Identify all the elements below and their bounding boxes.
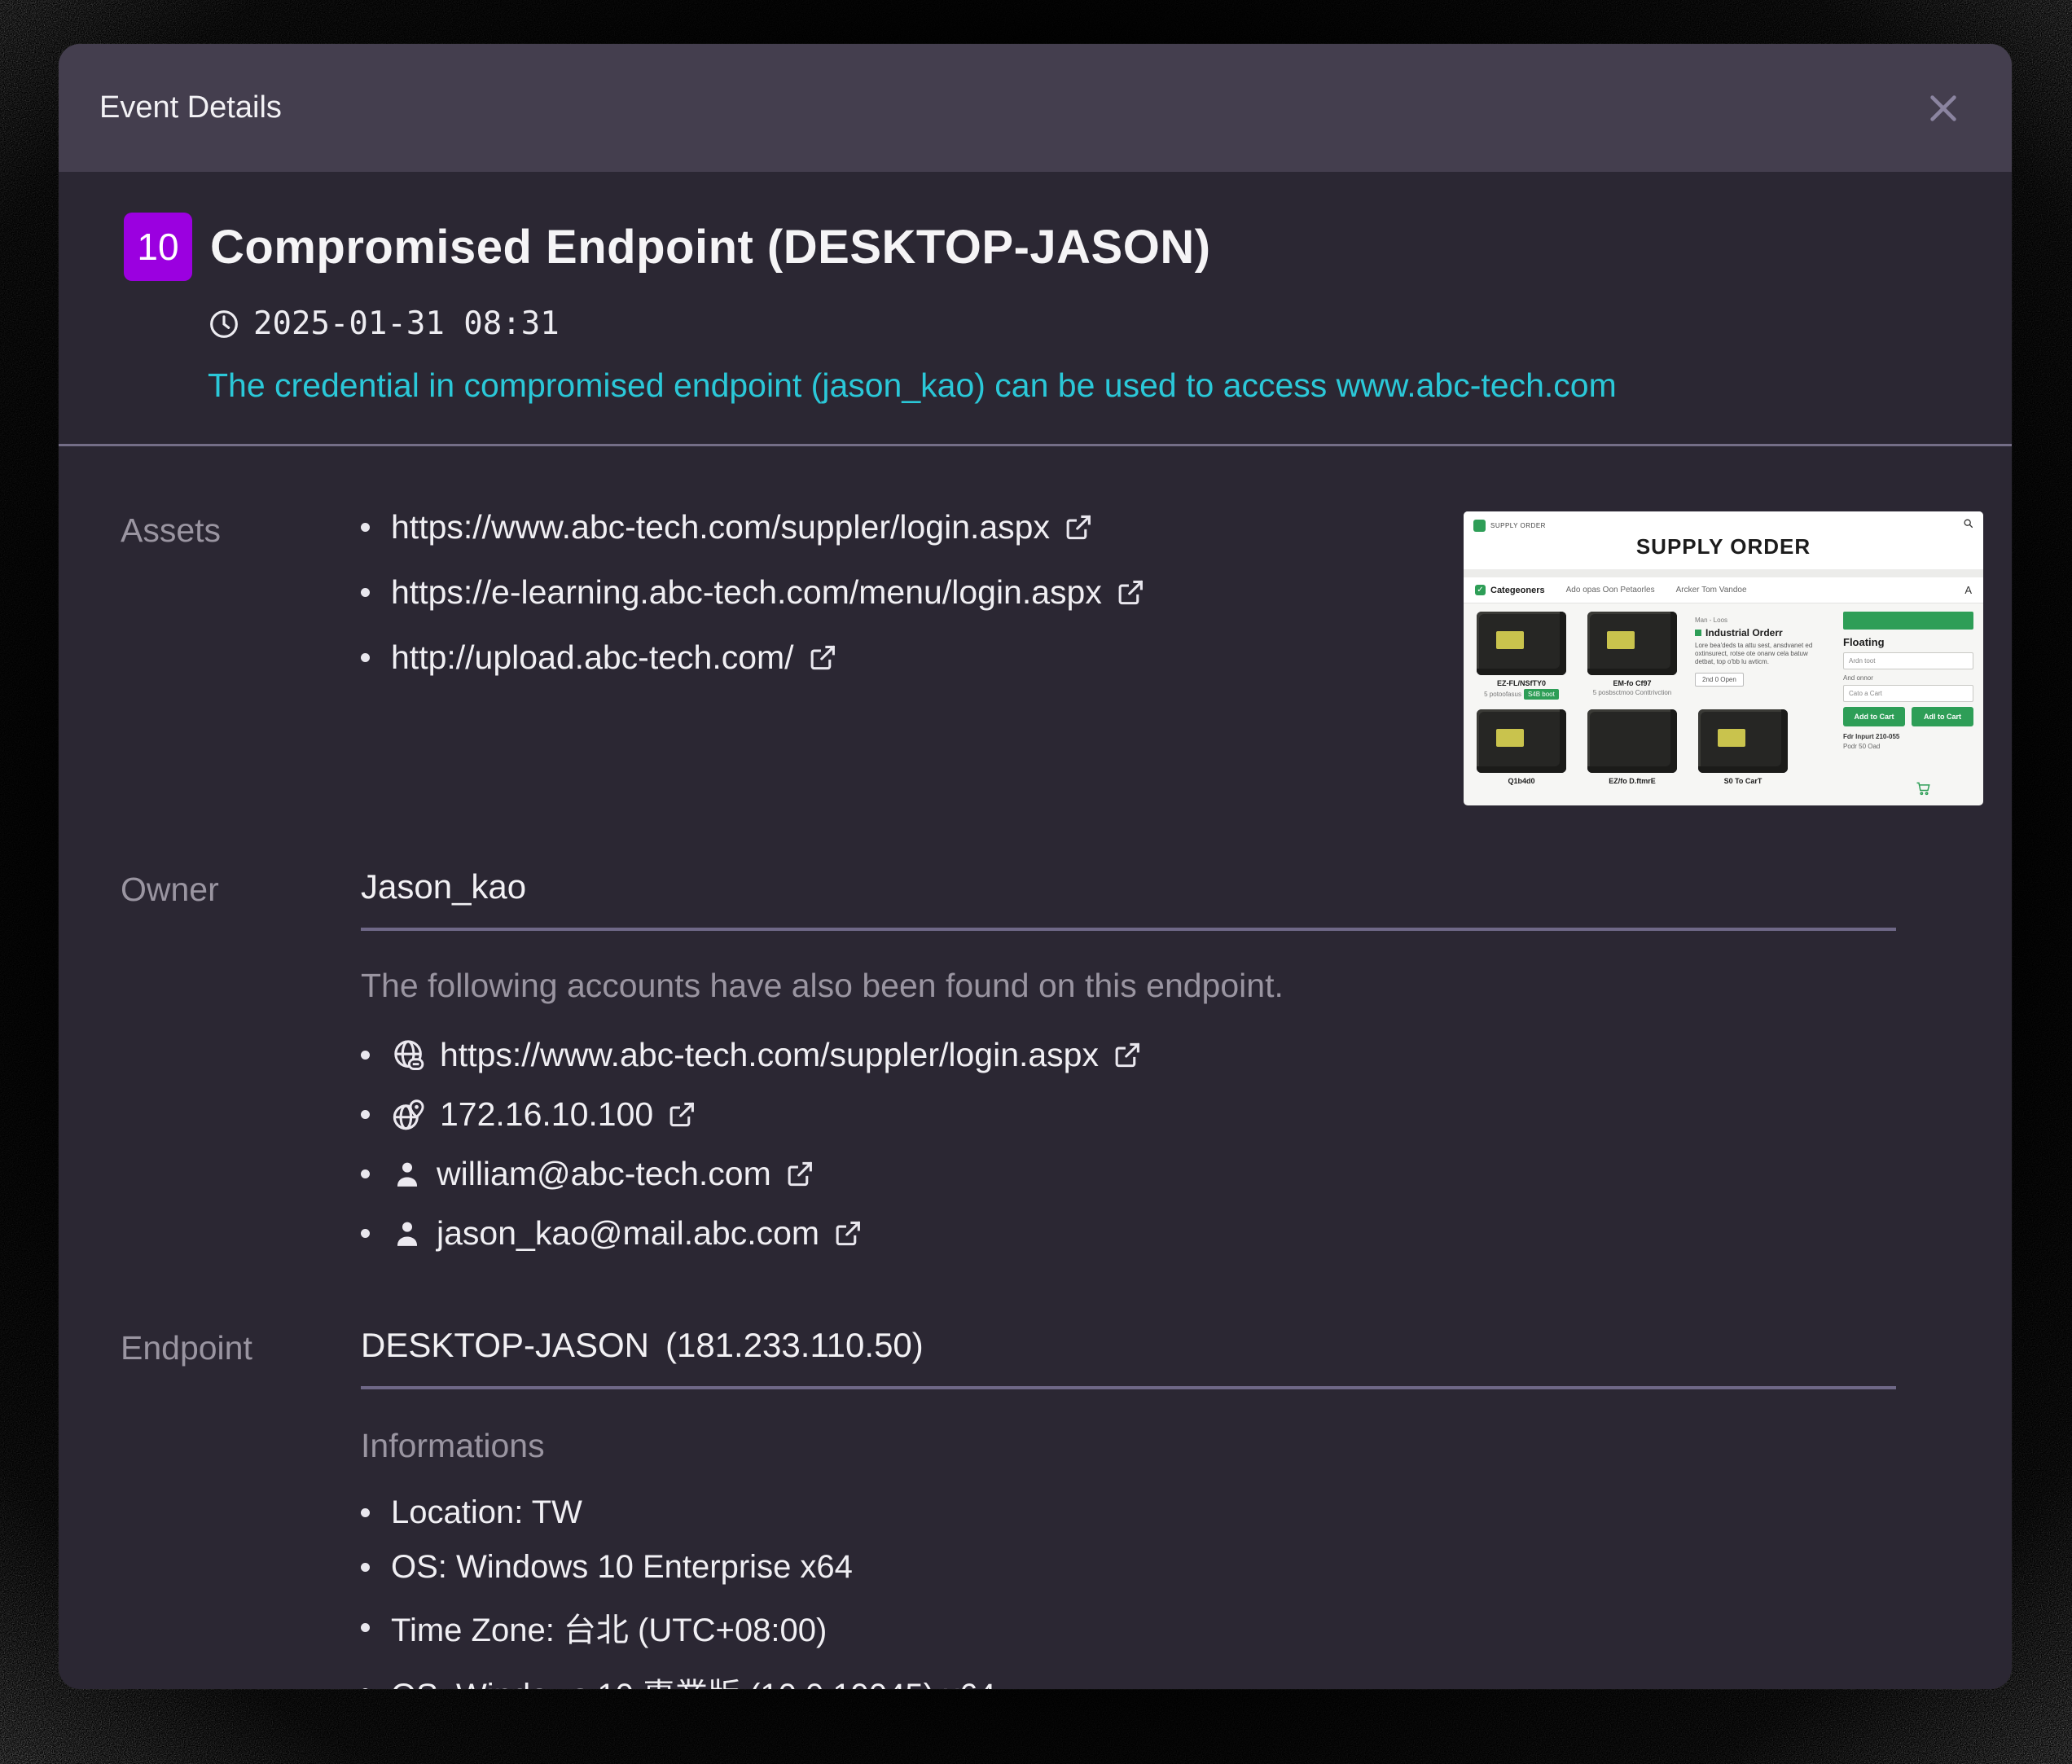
user-icon: [391, 1218, 424, 1250]
thumb-product: EZ/fo D.ftmrE: [1584, 709, 1680, 785]
account-item: william@abc-tech.com: [361, 1155, 1896, 1193]
thumb-brand: SUPPLY ORDER: [1490, 521, 1546, 529]
section-divider: [59, 444, 2012, 446]
owner-section: Owner Jason_kao The following accounts h…: [59, 867, 2012, 1274]
external-link-icon[interactable]: [784, 1159, 814, 1189]
owner-label: Owner: [121, 871, 219, 908]
endpoint-value: DESKTOP-JASON (181.233.110.50): [361, 1326, 1896, 1389]
assets-list: https://www.abc-tech.com/suppler/login.a…: [361, 508, 1426, 677]
product-image: [1587, 612, 1677, 675]
account-item: jason_kao@mail.abc.com: [361, 1214, 1896, 1253]
thumb-feature: Man - Loos Industrial Orderr Lore bea'de…: [1695, 612, 1817, 700]
globe-link-icon: [391, 1038, 427, 1073]
event-description: The credential in compromised endpoint (…: [208, 366, 1617, 404]
informations-list: Location: TW OS: Windows 10 Enterprise x…: [361, 1494, 1896, 1689]
accounts-list: https://www.abc-tech.com/suppler/login.a…: [361, 1036, 1896, 1253]
external-link-icon[interactable]: [832, 1218, 863, 1248]
info-item: Location: TW: [361, 1494, 1896, 1531]
bullet: [361, 1110, 370, 1119]
external-link-icon[interactable]: [666, 1099, 696, 1130]
thumb-product: S0 To CarT: [1695, 709, 1791, 785]
severity-badge: 10: [124, 213, 192, 281]
asset-url[interactable]: https://www.abc-tech.com/suppler/login.a…: [391, 508, 1050, 546]
check-icon: ✓: [1475, 585, 1486, 595]
external-link-icon[interactable]: [1063, 512, 1093, 542]
search-icon: [1963, 518, 1973, 533]
thumb-product: EZ-FL/NSfTY0 5 potoofasus S4B boot: [1473, 612, 1569, 700]
asset-screenshot-thumbnail[interactable]: SUPPLY ORDER SUPPLY ORDER ✓ Categeoners A…: [1464, 511, 1983, 805]
informations-label: Informations: [361, 1427, 545, 1464]
dialog-header: Event Details: [59, 44, 2012, 172]
bullet: [361, 1169, 370, 1178]
asset-url[interactable]: http://upload.abc-tech.com/: [391, 638, 794, 677]
account-ip[interactable]: 172.16.10.100: [440, 1095, 653, 1134]
bullet: [361, 1051, 370, 1060]
account-item: https://www.abc-tech.com/suppler/login.a…: [361, 1036, 1896, 1074]
external-link-icon[interactable]: [807, 643, 837, 673]
product-image: [1698, 709, 1788, 773]
info-item: OS: Windows 10 Enterprise x64: [361, 1549, 1896, 1586]
globe-pin-icon: [391, 1097, 427, 1133]
endpoint-section: Endpoint DESKTOP-JASON (181.233.110.50) …: [59, 1326, 2012, 1689]
thumb-nav-item: Arcker Tom Vandoe: [1675, 586, 1747, 595]
thumb-input: Ardn toot: [1843, 652, 1973, 669]
supply-order-logo: [1473, 519, 1486, 532]
thumb-title: SUPPLY ORDER: [1635, 534, 1811, 559]
endpoint-label: Endpoint: [121, 1329, 252, 1367]
info-text: OS: Windows 10 Enterprise x64: [391, 1549, 853, 1585]
event-timestamp-row: 2025-01-31 08:31: [208, 305, 2012, 342]
info-item: Time Zone: 台北 (UTC+08:00): [361, 1604, 1896, 1651]
thumb-nav-item: Ado opas Oon Petaorles: [1565, 586, 1655, 595]
assets-label: Assets: [121, 511, 222, 549]
event-details-dialog: Event Details 10 Compromised Endpoint (D…: [59, 44, 2012, 1689]
thumb-sidebar: Floating Ardn toot And onnor Cato a Cart…: [1843, 612, 1973, 785]
thumb-banner: [1843, 612, 1973, 630]
external-link-icon[interactable]: [1115, 577, 1145, 608]
user-icon: [391, 1158, 424, 1191]
bullet: [361, 1229, 370, 1238]
thumb-nav-right: A: [1964, 584, 1972, 596]
bullet: [361, 588, 370, 597]
assets-section: Assets https://www.abc-tech.com/suppler/…: [59, 508, 2012, 805]
product-image: [1477, 612, 1566, 675]
account-email[interactable]: jason_kao@mail.abc.com: [437, 1214, 819, 1253]
add-to-cart-button: Adl to Cart: [1912, 707, 1973, 726]
thumb-product: Q1b4d0: [1473, 709, 1569, 785]
asset-item: https://e-learning.abc-tech.com/menu/log…: [361, 573, 1426, 612]
close-icon: [1930, 94, 1956, 121]
event-summary: 10 Compromised Endpoint (DESKTOP-JASON) …: [124, 213, 2012, 405]
external-link-icon[interactable]: [1112, 1040, 1142, 1070]
asset-item: http://upload.abc-tech.com/: [361, 638, 1426, 677]
bullet: [361, 523, 370, 532]
cart-icon: [1915, 780, 1931, 801]
info-text: Location: TW: [391, 1494, 582, 1530]
bullet: [361, 653, 370, 662]
event-title: Compromised Endpoint (DESKTOP-JASON): [210, 220, 1211, 274]
asset-url[interactable]: https://e-learning.abc-tech.com/menu/log…: [391, 573, 1102, 612]
endpoint-hostname: DESKTOP-JASON: [361, 1326, 649, 1364]
accounts-note: The following accounts have also been fo…: [361, 967, 1284, 1004]
account-url[interactable]: https://www.abc-tech.com/suppler/login.a…: [440, 1036, 1099, 1074]
dialog-title: Event Details: [99, 90, 282, 125]
close-button[interactable]: [1921, 86, 1966, 131]
thumb-input: Cato a Cart: [1843, 685, 1973, 702]
event-timestamp: 2025-01-31 08:31: [253, 305, 560, 342]
account-email[interactable]: william@abc-tech.com: [437, 1155, 771, 1193]
info-text: Time Zone: 台北 (UTC+08:00): [391, 1613, 827, 1648]
product-image: [1587, 709, 1677, 773]
add-to-cart-button: Add to Cart: [1843, 707, 1905, 726]
endpoint-ip: (181.233.110.50): [665, 1326, 924, 1364]
clock-icon: [210, 309, 238, 338]
info-item: OS: Windows 10 專業版 (10.0.19045) x64: [361, 1669, 1896, 1689]
asset-item: https://www.abc-tech.com/suppler/login.a…: [361, 508, 1426, 546]
thumb-product: EM-fo Cf97 5 posbsctmoo Conttrivction: [1584, 612, 1680, 700]
product-image: [1477, 709, 1566, 773]
account-item: 172.16.10.100: [361, 1095, 1896, 1134]
thumb-nav-main: Categeoners: [1490, 585, 1545, 595]
info-text: OS: Windows 10 專業版 (10.0.19045) x64: [391, 1669, 996, 1689]
owner-value: Jason_kao: [361, 867, 1896, 931]
